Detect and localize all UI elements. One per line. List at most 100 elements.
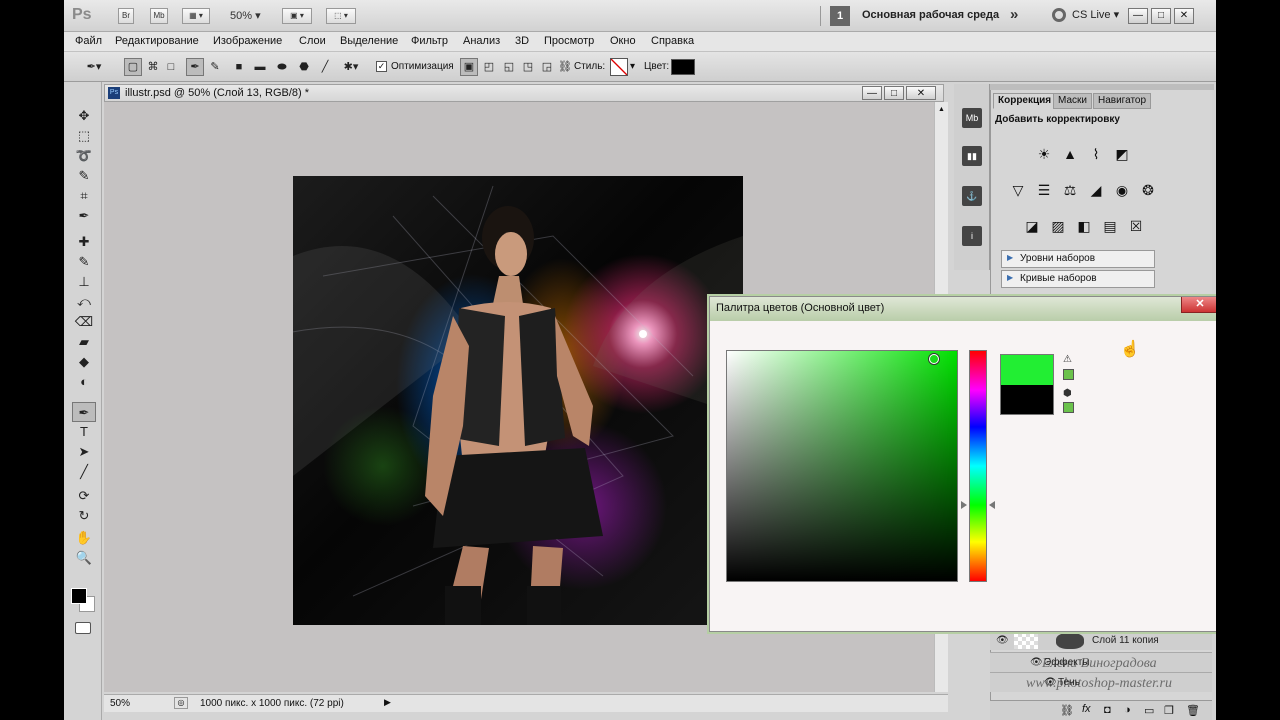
exclude-mode-icon[interactable]: ◲: [538, 58, 556, 76]
blur-tool-icon[interactable]: ◆: [72, 352, 96, 372]
workspace-number-badge[interactable]: 1: [830, 6, 850, 26]
curves-icon[interactable]: ⌇: [1085, 144, 1107, 164]
menu-select[interactable]: Выделение: [340, 35, 398, 47]
eraser-tool-icon[interactable]: ⌫: [72, 312, 96, 332]
hue-slider[interactable]: [969, 350, 987, 582]
ellipse-shape-icon[interactable]: ⬬: [273, 58, 291, 76]
minibridge-panel-icon[interactable]: Mb: [962, 108, 982, 128]
posterize-icon[interactable]: ▨: [1047, 216, 1069, 236]
close-button[interactable]: ✕: [1174, 8, 1194, 24]
menu-view[interactable]: Просмотр: [544, 35, 594, 47]
pen-tool-icon[interactable]: ✒: [72, 402, 96, 422]
style-picker[interactable]: [610, 58, 628, 76]
group-icon[interactable]: ▭: [1144, 704, 1154, 717]
trash-icon[interactable]: 🗑: [1186, 704, 1200, 717]
fx-icon[interactable]: fx: [1082, 703, 1091, 715]
add-mask-icon[interactable]: ◘: [1104, 704, 1111, 716]
pen-option-button[interactable]: ✒: [186, 58, 204, 76]
foreground-color-swatch[interactable]: [71, 588, 87, 604]
adjustment-layer-icon[interactable]: ◑: [1124, 704, 1131, 716]
history-brush-tool-icon[interactable]: ⤺: [72, 292, 96, 312]
photo-filter-icon[interactable]: ◉: [1111, 180, 1133, 200]
link-layers-icon[interactable]: ⛓: [1060, 704, 1074, 717]
move-tool-icon[interactable]: ✥: [72, 106, 96, 126]
menu-image[interactable]: Изображение: [213, 35, 282, 47]
brush-tool-icon[interactable]: ✎: [72, 252, 96, 272]
doc-minimize-button[interactable]: —: [862, 86, 882, 100]
view-extras-button[interactable]: ▦ ▾: [182, 8, 210, 24]
preset-curves[interactable]: Кривые наборов: [1001, 270, 1155, 288]
bridge-button[interactable]: Br: [118, 8, 134, 24]
color-swatch[interactable]: [671, 59, 695, 75]
scroll-up-icon[interactable]: ▲: [938, 106, 945, 113]
menu-edit[interactable]: Редактирование: [115, 35, 199, 47]
menu-filter[interactable]: Фильтр: [411, 35, 448, 47]
zoom-level-select[interactable]: 50% ▾: [230, 8, 270, 24]
new-layer-icon[interactable]: ❐: [1164, 704, 1174, 717]
tool-preset-picker[interactable]: ✒▾: [80, 58, 108, 76]
eyedropper-tool-icon[interactable]: ✒: [72, 206, 96, 226]
gradient-tool-icon[interactable]: ▰: [72, 332, 96, 352]
freeform-pen-button[interactable]: ✎: [206, 58, 224, 76]
3d-rotate-tool-icon[interactable]: ⟳: [72, 486, 96, 506]
shape-tool-icon[interactable]: ╱: [72, 462, 96, 482]
workspace-overflow-icon[interactable]: »: [1010, 6, 1018, 23]
black-white-icon[interactable]: ◢: [1085, 180, 1107, 200]
threshold-icon[interactable]: ◧: [1073, 216, 1095, 236]
add-mode-icon[interactable]: ◰: [480, 58, 498, 76]
link-icon[interactable]: ⛓: [556, 58, 574, 76]
shape-layers-button[interactable]: ▢: [124, 58, 142, 76]
cslive-menu[interactable]: CS Live ▾: [1072, 8, 1119, 21]
workspace-label[interactable]: Основная рабочая среда: [862, 9, 999, 21]
doc-maximize-button[interactable]: □: [884, 86, 904, 100]
status-zoom[interactable]: 50%: [110, 698, 130, 709]
web-safe-swatch[interactable]: [1063, 402, 1074, 413]
minibridge-button[interactable]: Mb: [150, 8, 168, 24]
minimize-button[interactable]: —: [1128, 8, 1148, 24]
close-icon[interactable]: ✕: [1181, 297, 1216, 313]
gamut-correction-swatch[interactable]: [1063, 369, 1074, 380]
levels-icon[interactable]: ▲: [1059, 144, 1081, 164]
lasso-tool-icon[interactable]: ➰: [72, 146, 96, 166]
polygon-shape-icon[interactable]: ⬣: [295, 58, 313, 76]
maximize-button[interactable]: □: [1151, 8, 1171, 24]
hue-saturation-icon[interactable]: ☰: [1033, 180, 1055, 200]
color-picker-titlebar[interactable]: Палитра цветов (Основной цвет) ✕: [710, 297, 1216, 321]
selective-color-icon[interactable]: ☒: [1125, 216, 1147, 236]
paths-button[interactable]: ⌘: [144, 58, 162, 76]
tab-navigator[interactable]: Навигатор: [1093, 93, 1152, 109]
quick-mask-icon[interactable]: [75, 622, 91, 634]
style-dropdown-icon[interactable]: ▾: [630, 61, 635, 72]
quick-select-tool-icon[interactable]: ✎: [72, 166, 96, 186]
menu-3d[interactable]: 3D: [515, 35, 529, 47]
status-icon[interactable]: ◎: [174, 697, 188, 709]
eye-icon[interactable]: 👁: [1030, 657, 1043, 668]
clone-source-panel-icon[interactable]: ⚓: [962, 186, 982, 206]
dodge-tool-icon[interactable]: ◐: [72, 372, 96, 392]
rectangle-shape-icon[interactable]: ■: [230, 58, 248, 76]
document-title[interactable]: illustr.psd @ 50% (Слой 13, RGB/8) *: [125, 87, 309, 99]
status-menu-arrow-icon[interactable]: ▶: [384, 697, 391, 708]
crop-tool-icon[interactable]: ⌗: [72, 186, 96, 206]
artwork-image[interactable]: [293, 176, 743, 625]
spot-heal-tool-icon[interactable]: ✚: [72, 232, 96, 252]
channel-mixer-icon[interactable]: ❂: [1137, 180, 1159, 200]
3d-orbit-tool-icon[interactable]: ↻: [72, 506, 96, 526]
hue-slider-right-arrow-icon[interactable]: [989, 501, 995, 510]
zoom-tool-icon[interactable]: 🔍: [72, 548, 96, 568]
menu-window[interactable]: Окно: [610, 35, 636, 47]
rounded-rect-shape-icon[interactable]: ▬: [251, 58, 269, 76]
color-selection-marker[interactable]: [929, 354, 939, 364]
exposure-icon[interactable]: ◩: [1111, 144, 1133, 164]
doc-close-button[interactable]: ✕: [906, 86, 936, 100]
screen-mode-button[interactable]: ⬚ ▾: [326, 8, 356, 24]
hand-tool-icon[interactable]: ✋: [72, 528, 96, 548]
current-color-swatch[interactable]: [1000, 385, 1054, 415]
type-tool-icon[interactable]: T: [72, 422, 96, 442]
menu-layers[interactable]: Слои: [299, 35, 326, 47]
marquee-tool-icon[interactable]: ⬚: [72, 126, 96, 146]
saturation-brightness-field[interactable]: [726, 350, 958, 582]
out-of-gamut-warning-icon[interactable]: ⚠: [1063, 355, 1073, 365]
menu-help[interactable]: Справка: [651, 35, 694, 47]
clone-stamp-tool-icon[interactable]: ⊥: [72, 272, 96, 292]
